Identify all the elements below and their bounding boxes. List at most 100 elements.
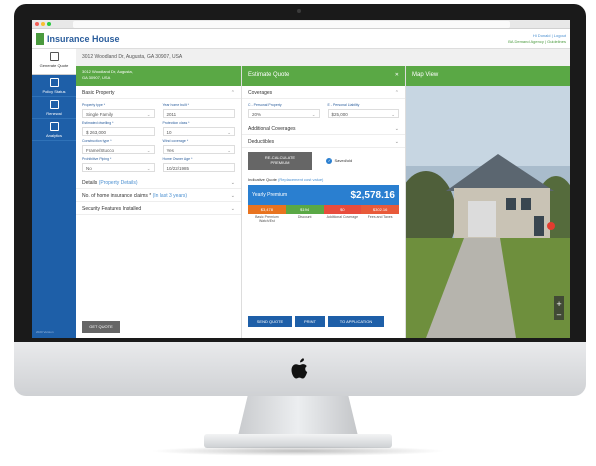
chevron-down-icon[interactable]: ⌄	[395, 139, 399, 145]
map-pin-icon[interactable]	[547, 222, 555, 230]
get-quote-button[interactable]: GET QUOTE	[82, 321, 120, 333]
field-input[interactable]: 20% ⌄	[248, 109, 320, 118]
coverages-section[interactable]: Coverages ⌃	[242, 86, 405, 99]
field-value: Single Family	[86, 112, 114, 117]
left-nav: Generate Quote Policy Status Renewal Ana…	[32, 49, 76, 338]
premium-breakdown: $3,478 Basic Premium Watch/Est $194 Discoun…	[248, 205, 399, 223]
claims-section[interactable]: No. of home insurance claims * (In last …	[76, 189, 241, 202]
renewal-icon	[49, 100, 59, 109]
app-title: Insurance House	[47, 33, 120, 44]
app-body: Generate Quote Policy Status Renewal Ana…	[32, 49, 570, 338]
section-title: Coverages	[248, 90, 273, 96]
chevron-down-icon[interactable]: ⌄	[231, 180, 235, 186]
estimate-header: Estimate Quote ✕	[242, 66, 405, 86]
details-section[interactable]: Details (Property Details) ⌄	[76, 176, 241, 189]
user-greeting-link[interactable]: Hi Donald	[533, 33, 551, 38]
field-label: Estimated dwelling *	[82, 121, 114, 125]
nav-item-generate-quote[interactable]: Generate Quote	[32, 49, 76, 75]
apple-logo-icon	[291, 358, 308, 379]
nav-footer: 2020 Version	[36, 330, 54, 334]
saved-label: Saved/old	[334, 158, 353, 163]
logout-link[interactable]: Logout	[554, 33, 566, 38]
chevron-down-icon[interactable]: ⌄	[231, 206, 235, 212]
details-link[interactable]: (Property Details)	[99, 180, 138, 186]
form-field: Construction type * Frame/Stucco ⌄	[82, 139, 155, 154]
field-input[interactable]: Yes ⌄	[162, 145, 235, 154]
field-value: 20%	[252, 112, 262, 117]
nav-label: Generate Quote	[39, 63, 69, 68]
premium-label: Yearly Premium	[252, 192, 288, 198]
breakdown-item: $194 Discount	[285, 205, 324, 223]
field-input[interactable]: 10 ⌄	[162, 127, 235, 136]
security-section[interactable]: Security Features Installed ⌄	[76, 202, 241, 215]
policy-icon	[49, 78, 59, 87]
chevron-up-icon[interactable]: ⌃	[231, 90, 235, 96]
field-input[interactable]: $25,000 ⌄	[327, 109, 399, 118]
deductibles-section[interactable]: Deductibles ⌄	[242, 135, 405, 148]
chevron-down-icon: ⌄	[227, 148, 231, 153]
field-input[interactable]: 2011	[162, 109, 235, 118]
agency-link[interactable]: BA Demand Agency	[508, 39, 544, 44]
field-input[interactable]: No ⌄	[82, 163, 155, 172]
indicative-label: Indicative Quote	[248, 177, 277, 182]
field-value: No	[86, 166, 92, 171]
field-value: 10	[166, 130, 172, 135]
additional-coverages-section[interactable]: Additional Coverages ⌄	[242, 122, 405, 135]
section-title: Details	[82, 180, 98, 186]
chevron-up-icon[interactable]: ⌃	[395, 90, 399, 96]
nav-item-renewal[interactable]: Renewal	[32, 97, 76, 119]
field-input[interactable]: 10/22/1985	[162, 163, 235, 172]
minimize-dot-icon[interactable]	[41, 22, 45, 26]
check-icon: ✓	[326, 158, 333, 164]
monitor-chin	[14, 342, 586, 396]
field-label: Home Owner Age *	[162, 157, 193, 161]
breakdown-label: Basic Premium Watch/Est	[255, 215, 279, 223]
field-input[interactable]: $ 263,000	[82, 127, 155, 136]
close-dot-icon[interactable]	[35, 22, 39, 26]
logo-icon	[36, 32, 44, 45]
chevron-down-icon[interactable]: ⌄	[395, 126, 399, 132]
field-value: Frame/Stucco	[86, 148, 115, 153]
nav-item-policy-status[interactable]: Policy Status	[32, 75, 76, 97]
guidelines-link[interactable]: Guidelines	[547, 39, 566, 44]
map-header: Map View	[406, 66, 570, 86]
recalculate-button[interactable]: RE-CALCULATE PREMIUM	[248, 152, 312, 170]
chevron-down-icon[interactable]: ⌄	[231, 193, 235, 199]
field-input[interactable]: Single Family ⌄	[82, 109, 155, 118]
chevron-down-icon: ⌄	[146, 148, 151, 153]
section-title: No. of home insurance claims *	[82, 193, 152, 199]
maximize-dot-icon[interactable]	[47, 22, 51, 26]
quote-actions: SEND QUOTE PRINT TO APPLICATION	[248, 316, 384, 327]
property-form: 3012 Woodland Dr, Augusta, GA 30907, USA…	[76, 66, 242, 338]
button-label: PREMIUM	[270, 160, 290, 165]
claims-link[interactable]: (In last 3 years)	[153, 193, 187, 199]
breakdown-item: $0 Additional Coverage	[323, 205, 362, 223]
nav-label: Renewal	[46, 111, 62, 116]
saved-status[interactable]: ✓ Saved/old	[326, 158, 352, 164]
breakdown-amount: $194	[285, 205, 324, 214]
field-input[interactable]: Frame/Stucco ⌄	[82, 145, 155, 154]
coverage-field: C - Personal Property 20% ⌄	[248, 103, 320, 118]
form-field: Year home built * 2011	[162, 103, 235, 118]
estimate-title: Estimate Quote	[248, 72, 290, 78]
nav-label: Policy Status	[42, 89, 66, 94]
print-button[interactable]: PRINT	[295, 316, 325, 327]
map-pane[interactable]: Map View + −	[406, 66, 570, 338]
breakdown-label: Additional Coverage	[326, 215, 359, 219]
indicative-link[interactable]: (Replacement cost value)	[278, 177, 323, 182]
nav-item-analytics[interactable]: Analytics	[32, 119, 76, 141]
send-quote-button[interactable]: SEND QUOTE	[248, 316, 292, 327]
estimate-pane: Estimate Quote ✕ Coverages ⌃ C - Persona…	[242, 66, 406, 338]
field-label: E - Personal Liability	[327, 103, 360, 107]
close-icon[interactable]: ✕	[395, 72, 399, 80]
chevron-down-icon: ⌄	[146, 112, 151, 117]
stand-shadow	[150, 446, 446, 456]
browser-address-field[interactable]	[73, 20, 510, 28]
breakdown-item: $302.16 Fees and Taxes	[361, 205, 399, 223]
chart-icon	[49, 122, 59, 131]
form-field: Estimated dwelling * $ 263,000	[82, 121, 155, 136]
svg-text:−: −	[556, 311, 562, 319]
to-application-button[interactable]: TO APPLICATION	[328, 316, 384, 327]
indicative-quote: Indicative Quote (Replacement cost value…	[242, 174, 405, 185]
basic-property-section[interactable]: Basic Property ⌃	[76, 86, 241, 99]
